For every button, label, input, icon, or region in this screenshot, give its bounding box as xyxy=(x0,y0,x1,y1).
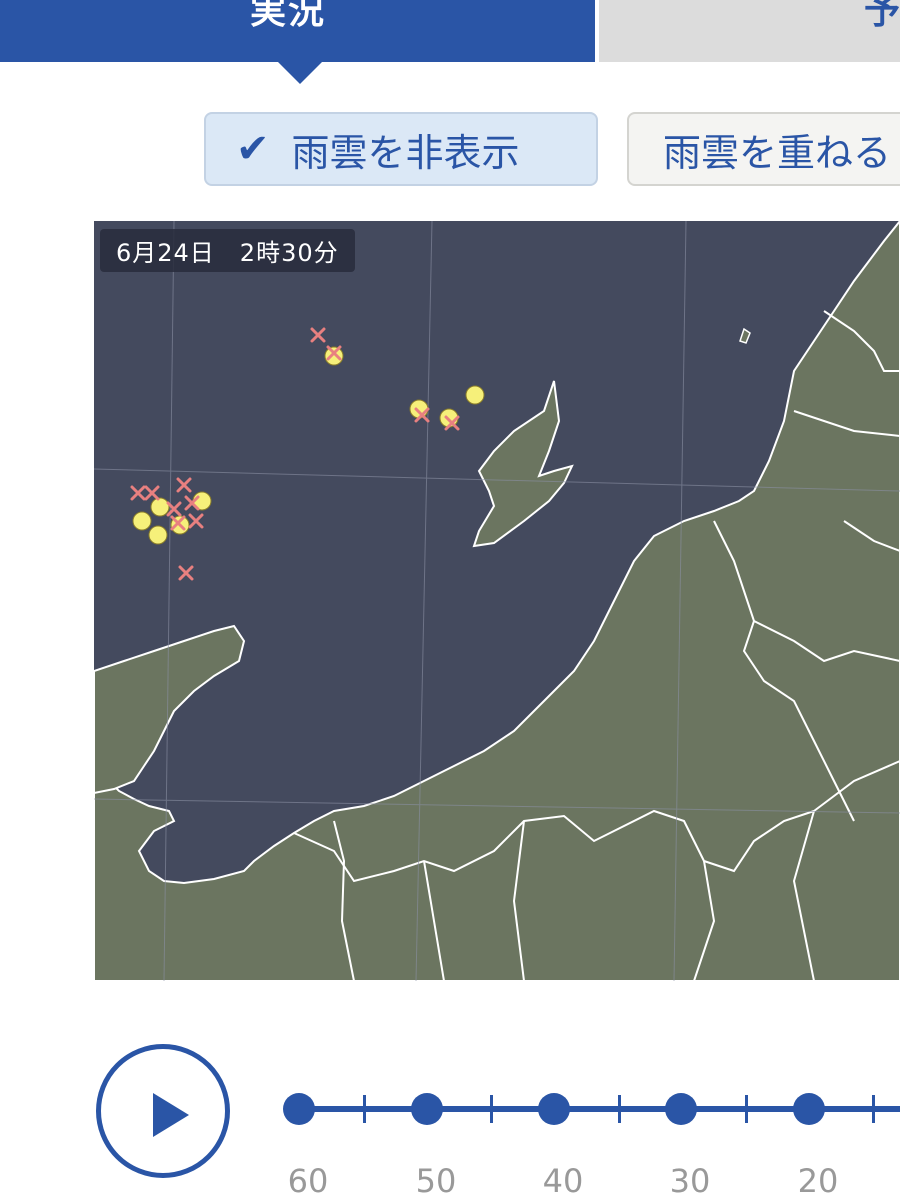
hide-rain-cloud-button[interactable]: ✔ 雨雲を非表示 xyxy=(204,112,598,186)
timeline-label: 50 xyxy=(415,1162,457,1200)
play-icon xyxy=(153,1093,189,1137)
timeline-label: 40 xyxy=(542,1162,584,1200)
yellow-circle-lightning-icon xyxy=(150,497,170,517)
noto-peninsula xyxy=(94,624,246,795)
timeline-point-20[interactable] xyxy=(793,1093,825,1125)
timeline-label: 20 xyxy=(797,1162,839,1200)
timeline-tick xyxy=(618,1095,621,1123)
sado-island xyxy=(472,380,574,548)
yellow-circle-lightning-icon xyxy=(409,399,429,419)
red-x-lightning-icon xyxy=(176,477,192,493)
overlay-rain-cloud-label: 雨雲を重ねる xyxy=(663,130,892,175)
red-x-lightning-icon xyxy=(144,485,160,501)
timeline-tick xyxy=(363,1095,366,1123)
tab-observation-label: 実況 xyxy=(250,0,327,32)
timeline-tick xyxy=(490,1095,493,1123)
play-button[interactable] xyxy=(96,1044,230,1178)
timeline-label: 30 xyxy=(669,1162,711,1200)
tab-forecast-label: 予 xyxy=(864,0,900,32)
timeline-tick xyxy=(745,1095,748,1123)
timeline-label: 60 xyxy=(287,1162,329,1200)
timeline-point-60[interactable] xyxy=(283,1093,315,1125)
islet xyxy=(739,327,751,344)
timeline-point-50[interactable] xyxy=(411,1093,443,1125)
yellow-circle-lightning-icon xyxy=(465,385,485,405)
overlay-rain-cloud-button[interactable]: 雨雲を重ねる xyxy=(627,112,900,186)
red-x-lightning-icon xyxy=(130,485,146,501)
active-tab-pointer xyxy=(278,62,322,84)
lightning-cloud-markers xyxy=(132,346,485,545)
yellow-circle-lightning-icon xyxy=(324,346,344,366)
timeline-point-30[interactable] xyxy=(665,1093,697,1125)
red-x-lightning-icon xyxy=(178,565,194,581)
timeline-point-40[interactable] xyxy=(538,1093,570,1125)
timeline-tick xyxy=(872,1095,875,1123)
lightning-map[interactable]: 6月24日 2時30分 xyxy=(94,221,900,981)
yellow-circle-lightning-icon xyxy=(148,525,168,545)
tab-observation[interactable]: 実況 xyxy=(0,0,595,62)
red-x-lightning-icon xyxy=(188,513,204,529)
tab-forecast[interactable]: 予 xyxy=(599,0,900,62)
map-graphic xyxy=(94,221,900,981)
hide-rain-cloud-label: 雨雲を非表示 xyxy=(291,130,520,175)
map-timestamp: 6月24日 2時30分 xyxy=(100,229,355,272)
lightning-strike-markers xyxy=(130,327,460,581)
yellow-circle-lightning-icon xyxy=(132,511,152,531)
red-x-lightning-icon xyxy=(310,327,326,343)
check-icon: ✔ xyxy=(236,126,270,172)
land-mass xyxy=(94,221,900,981)
